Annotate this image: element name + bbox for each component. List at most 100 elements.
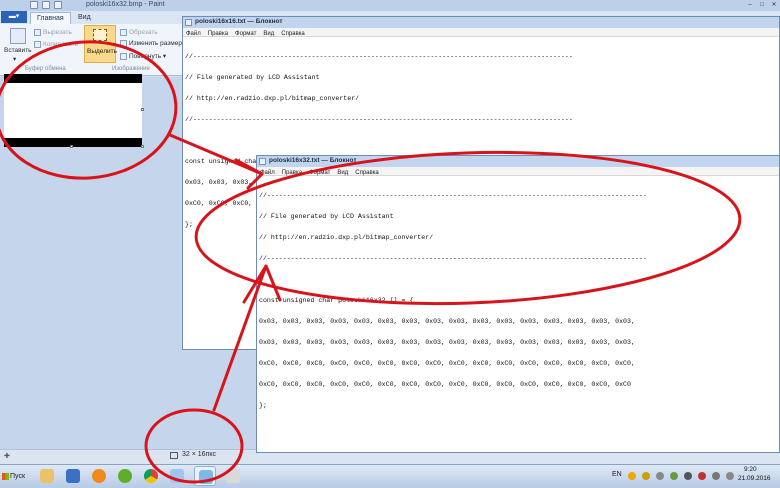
- redo-icon[interactable]: [54, 1, 62, 9]
- text-line: // http://en.radzio.dxp.pl/bitmap_conver…: [259, 234, 434, 241]
- network-icon[interactable]: [684, 472, 692, 480]
- tab-home[interactable]: Главная: [30, 12, 71, 24]
- text-line: // File generated by LCD Assistant: [185, 74, 320, 81]
- vlc-icon: [92, 469, 106, 483]
- rotate-label: Повернуть: [129, 53, 162, 60]
- crop-icon: [120, 29, 127, 36]
- black-stripe-top: [4, 74, 142, 83]
- text-line: // File generated by LCD Assistant: [259, 213, 394, 220]
- black-stripe-bottom: [4, 138, 142, 147]
- close-icon[interactable]: ✕: [769, 1, 779, 9]
- text-line: 0x03, 0x03, 0x03, 0x03, 0x03, 0x03, 0x03…: [259, 339, 635, 346]
- tray-app-icon[interactable]: [642, 472, 650, 480]
- resize-button[interactable]: Изменить размер: [120, 40, 182, 47]
- copy-button[interactable]: Копировать: [34, 41, 78, 48]
- image-size-icon: [170, 452, 178, 459]
- copy-label: Копировать: [43, 41, 78, 49]
- resize-handle-bottom[interactable]: [70, 145, 73, 148]
- scissors-icon: [34, 29, 41, 36]
- paint-app-taskbar-button[interactable]: [222, 466, 244, 486]
- chrome-icon: [144, 469, 158, 483]
- window-title: poloski16x32.bmp - Paint: [86, 1, 165, 8]
- resize-handle-right[interactable]: [141, 108, 144, 111]
- maximize-icon[interactable]: □: [757, 1, 767, 9]
- minimize-icon[interactable]: –: [745, 1, 755, 9]
- flag-icon[interactable]: [726, 472, 734, 480]
- select-button[interactable]: Выделить: [84, 25, 117, 63]
- utorrent-icon: [118, 469, 132, 483]
- menu-file[interactable]: Файл: [260, 169, 275, 178]
- copy-icon: [34, 41, 41, 48]
- security-icon[interactable]: [698, 472, 706, 480]
- menu-view[interactable]: Вид: [263, 30, 274, 39]
- notification-icon[interactable]: [628, 472, 636, 480]
- paint-icon: [170, 469, 184, 483]
- paste-button[interactable]: Вставить: [4, 47, 32, 54]
- utorrent-taskbar-button[interactable]: [114, 466, 136, 486]
- notepad-taskbar-button[interactable]: [194, 466, 216, 486]
- clipboard-icon: [10, 28, 26, 44]
- notepad-window-16x32: poloski16x32.txt — Блокнот Файл Правка Фор…: [256, 155, 780, 453]
- media-player-icon: [66, 469, 80, 483]
- menu-file[interactable]: Файл: [186, 30, 201, 39]
- text-line: //--------------------------------------…: [185, 116, 573, 123]
- notepad-titlebar: poloski16x32.txt — Блокнот: [257, 156, 779, 167]
- cut-button[interactable]: Вырезать: [34, 29, 72, 36]
- notepad-icon: [185, 19, 192, 26]
- vlc-taskbar-button[interactable]: [88, 466, 110, 486]
- cut-label: Вырезать: [43, 29, 72, 37]
- notepad-icon: [199, 470, 213, 484]
- notepad-menu: Файл Правка Формат Вид Справка: [257, 167, 779, 176]
- text-line: //--------------------------------------…: [185, 53, 573, 60]
- save-icon[interactable]: [30, 1, 38, 9]
- notepad-title: poloski16x32.txt — Блокнот: [269, 157, 357, 164]
- volume-icon[interactable]: [712, 472, 720, 480]
- tab-view[interactable]: Вид: [72, 12, 97, 24]
- windows-logo-icon: [2, 473, 9, 480]
- crop-label: Обрезать: [129, 29, 158, 37]
- file-menu-button[interactable]: ▬▾: [1, 11, 27, 23]
- paint-taskbar-button[interactable]: [166, 466, 188, 486]
- text-line: const unsigned char poloski16x32 [] = {: [259, 297, 414, 304]
- text-line: //--------------------------------------…: [259, 255, 647, 262]
- menu-edit[interactable]: Правка: [282, 169, 302, 178]
- crop-button[interactable]: Обрезать: [120, 29, 158, 36]
- image-dimensions: 32 × 16пкс: [182, 451, 216, 458]
- undo-icon[interactable]: [42, 1, 50, 9]
- clock-time[interactable]: 9:20: [744, 466, 757, 473]
- menu-edit[interactable]: Правка: [208, 30, 228, 39]
- menu-help[interactable]: Справка: [355, 169, 379, 178]
- resize-icon: [120, 40, 127, 47]
- resize-handle-corner[interactable]: [141, 145, 144, 148]
- notepad-title: poloski16x16.txt — Блокнот: [195, 18, 283, 25]
- rotate-button[interactable]: Повернуть ▾: [120, 52, 166, 60]
- language-indicator[interactable]: EN: [612, 471, 622, 478]
- paste-dropdown-icon[interactable]: ▾: [13, 55, 16, 63]
- explorer-icon: [40, 469, 54, 483]
- notepad-menu: Файл Правка Формат Вид Справка: [183, 28, 779, 37]
- rotate-icon: [120, 52, 127, 60]
- image-group-label: Изображение: [112, 66, 150, 72]
- cursor-position-icon: ✚: [4, 453, 10, 460]
- text-line: [259, 276, 647, 283]
- tray-app-icon[interactable]: [670, 472, 678, 480]
- text-line: 0xC0, 0xC0, 0xC0, 0xC0, 0xC0, 0xC0, 0xC0…: [259, 360, 635, 367]
- notepad-icon: [259, 158, 266, 165]
- text-line: 0xC0, 0xC0, 0xC0, 0xC0, 0xC0, 0xC0, 0xC0…: [259, 381, 631, 388]
- notepad-text-area[interactable]: //--------------------------------------…: [259, 178, 647, 423]
- text-line: [185, 137, 573, 144]
- tray-app-icon[interactable]: [656, 472, 664, 480]
- menu-view[interactable]: Вид: [337, 169, 348, 178]
- chrome-taskbar-button[interactable]: [140, 466, 162, 486]
- select-label: Выделить: [87, 48, 117, 55]
- menu-help[interactable]: Справка: [281, 30, 305, 39]
- paint-app-icon: [226, 469, 240, 483]
- select-icon: [93, 29, 107, 41]
- explorer-taskbar-button[interactable]: [36, 466, 58, 486]
- menu-format[interactable]: Формат: [235, 30, 256, 39]
- media-player-taskbar-button[interactable]: [62, 466, 84, 486]
- clock-date[interactable]: 21.09.2016: [738, 475, 771, 482]
- notepad-titlebar: poloski16x16.txt — Блокнот: [183, 17, 779, 28]
- bitmap-canvas[interactable]: [4, 74, 142, 147]
- menu-format[interactable]: Формат: [309, 169, 330, 178]
